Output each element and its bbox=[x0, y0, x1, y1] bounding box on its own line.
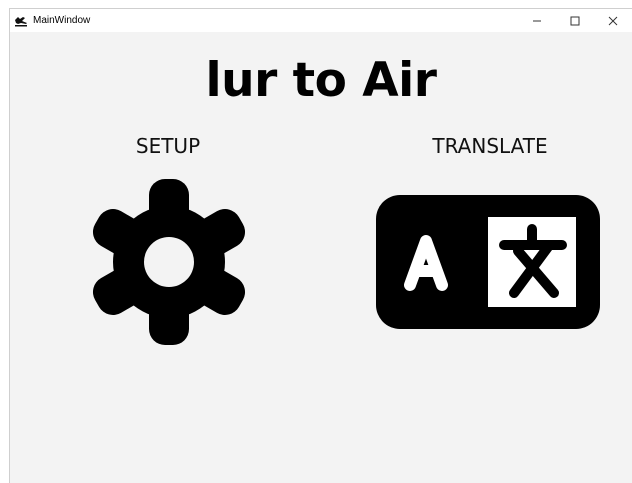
translate-button[interactable] bbox=[376, 195, 600, 329]
main-window: MainWindow lur to Air SETUP TRANSLATE bbox=[9, 8, 632, 483]
app-title: lur to Air bbox=[205, 53, 437, 108]
window-controls bbox=[518, 9, 632, 32]
title-bar[interactable]: MainWindow bbox=[10, 9, 632, 32]
maximize-button[interactable] bbox=[556, 9, 594, 32]
setup-label: SETUP bbox=[135, 134, 201, 158]
minimize-icon bbox=[533, 20, 541, 21]
maximize-icon bbox=[570, 16, 580, 25]
minimize-button[interactable] bbox=[518, 9, 556, 32]
translate-label: TRANSLATE bbox=[432, 134, 548, 158]
translate-icon bbox=[376, 195, 600, 329]
window-title: MainWindow bbox=[33, 15, 91, 26]
gear-icon bbox=[92, 179, 246, 345]
close-icon bbox=[608, 16, 618, 25]
close-button[interactable] bbox=[594, 9, 632, 32]
app-icon bbox=[15, 16, 27, 26]
setup-button[interactable] bbox=[91, 179, 247, 345]
